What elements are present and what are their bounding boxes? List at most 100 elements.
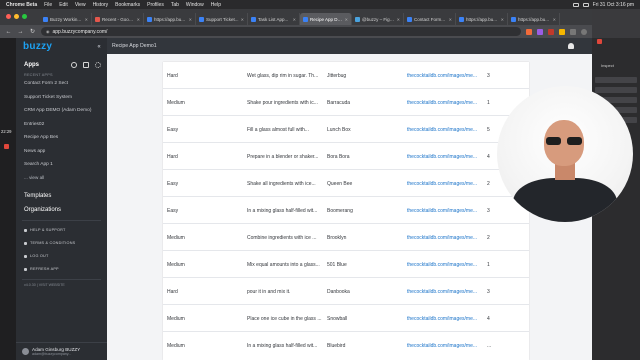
close-tab-icon[interactable]: ✕ bbox=[345, 17, 348, 22]
gear-icon[interactable] bbox=[95, 62, 101, 68]
image-link-cell[interactable]: thecocktaildb.com/images/me... bbox=[407, 235, 481, 241]
close-tab-icon[interactable]: ✕ bbox=[85, 17, 88, 22]
zoom-window-button[interactable] bbox=[22, 14, 27, 19]
apps-title[interactable]: Apps bbox=[24, 62, 39, 68]
recent-app-item[interactable]: CRM App DEMO (Adam Demo) bbox=[16, 104, 107, 118]
menubar-window[interactable]: Window bbox=[186, 2, 204, 8]
table-row[interactable]: Hard Prepare in a blender or shaker... Bor… bbox=[163, 143, 529, 170]
table-row[interactable]: Medium Mix equal amounts into a glass... 5… bbox=[163, 251, 529, 278]
address-bar[interactable]: ◉ app.buzzycompany.com/ bbox=[41, 27, 521, 36]
profile-icon[interactable] bbox=[581, 28, 587, 35]
browser-tab-active[interactable]: Recipe App De... ✕ bbox=[300, 13, 352, 25]
image-link-cell[interactable]: thecocktaildb.com/images/me... bbox=[407, 100, 481, 106]
extensions-puzzle-icon[interactable] bbox=[570, 28, 576, 35]
table-row[interactable]: Medium Place one ice cube in the glass ..… bbox=[163, 305, 529, 332]
extension-icon[interactable] bbox=[537, 28, 543, 35]
menubar-file[interactable]: File bbox=[44, 2, 52, 8]
table-row[interactable]: Easy In a mixing glass half-filled wit...… bbox=[163, 197, 529, 224]
notification-bell-icon[interactable] bbox=[568, 43, 574, 49]
site-info-icon[interactable]: ◉ bbox=[46, 29, 50, 34]
name-cell: Barracuda bbox=[327, 100, 351, 106]
menubar-app-name[interactable]: Chrome Beta bbox=[6, 2, 37, 8]
close-tab-icon[interactable]: ✕ bbox=[449, 17, 452, 22]
image-link-cell[interactable]: thecocktaildb.com/images/me... bbox=[407, 208, 481, 214]
browser-tab[interactable]: https://app.bu... ✕ bbox=[508, 13, 560, 25]
refresh-app-link[interactable]: REFRESH APP bbox=[16, 263, 107, 276]
logout-link[interactable]: LOG OUT bbox=[16, 250, 107, 263]
bookmark-icon[interactable] bbox=[83, 62, 89, 68]
recent-app-item[interactable]: Recipe App Bes bbox=[16, 131, 107, 145]
image-link-cell[interactable]: thecocktaildb.com/images/me... bbox=[407, 262, 481, 268]
avatar bbox=[22, 348, 29, 355]
inspect-label[interactable]: Inspect bbox=[601, 63, 614, 68]
table-row[interactable]: Medium Shake pour ingredients with ic... B… bbox=[163, 89, 529, 116]
collapse-sidebar-icon[interactable]: « bbox=[97, 44, 101, 50]
image-link-cell[interactable]: thecocktaildb.com/images/me... bbox=[407, 343, 481, 349]
extension-icon[interactable] bbox=[526, 28, 532, 35]
buzzy-logo[interactable]: buzzy « bbox=[16, 38, 107, 55]
browser-tab[interactable]: https://app.bu... ✕ bbox=[456, 13, 508, 25]
list-item bbox=[595, 87, 637, 93]
app-sidebar: buzzy « Apps RECENT APPS Contact Form 2 … bbox=[16, 38, 107, 360]
close-tab-icon[interactable]: ✕ bbox=[397, 17, 400, 22]
menubar-clock[interactable]: Fri 31 Oct 3:16 pm bbox=[593, 2, 634, 8]
browser-tab[interactable]: Support Ticket... ✕ bbox=[196, 13, 248, 25]
close-tab-icon[interactable]: ✕ bbox=[553, 17, 556, 22]
help-support-link[interactable]: HELP & SUPPORT bbox=[16, 224, 107, 237]
image-link-cell[interactable]: thecocktaildb.com/images/me... bbox=[407, 181, 481, 187]
menubar-tab[interactable]: Tab bbox=[171, 2, 179, 8]
close-window-button[interactable] bbox=[6, 14, 11, 19]
back-arrow-icon[interactable]: ← bbox=[5, 29, 12, 35]
table-row[interactable]: Hard pour it in and mix it. Danbooka thecoc… bbox=[163, 278, 529, 305]
minimize-window-button[interactable] bbox=[14, 14, 19, 19]
menubar-view[interactable]: View bbox=[75, 2, 86, 8]
user-profile[interactable]: Adam Ginsburg BUZZY adam@buzzycompany... bbox=[16, 342, 107, 360]
recent-app-item[interactable]: Contact Form 2 Sect bbox=[16, 77, 107, 91]
image-link-cell[interactable]: thecocktaildb.com/images/me... bbox=[407, 316, 481, 322]
browser-tab[interactable]: https://app.bu... ✕ bbox=[144, 13, 196, 25]
close-tab-icon[interactable]: ✕ bbox=[293, 17, 296, 22]
help-icon bbox=[24, 228, 27, 232]
view-all-link[interactable]: ... view all bbox=[16, 172, 107, 184]
table-row[interactable]: Medium Combine ingredients with ice ... Br… bbox=[163, 224, 529, 251]
browser-tab[interactable]: Task List App... ✕ bbox=[248, 13, 300, 25]
table-row[interactable]: Easy Shake all ingredients with ice... Que… bbox=[163, 170, 529, 197]
browser-tab[interactable]: @buzzy – Figm... ✕ bbox=[352, 13, 404, 25]
forward-arrow-icon[interactable]: → bbox=[17, 29, 24, 35]
name-cell: Bora Bora bbox=[327, 154, 350, 160]
table-row[interactable]: Hard Wet glass, dip rim in sugar. Th... Ji… bbox=[163, 62, 529, 89]
image-link-cell[interactable]: thecocktaildb.com/images/me... bbox=[407, 127, 481, 133]
menubar-history[interactable]: History bbox=[93, 2, 109, 8]
templates-link[interactable]: Templates bbox=[16, 189, 107, 203]
close-tab-icon[interactable]: ✕ bbox=[137, 17, 140, 22]
recent-app-item[interactable]: Support Ticket System bbox=[16, 91, 107, 105]
image-link-cell[interactable]: thecocktaildb.com/images/me... bbox=[407, 289, 481, 295]
menubar-profiles[interactable]: Profiles bbox=[147, 2, 164, 8]
menubar-bookmarks[interactable]: Bookmarks bbox=[115, 2, 140, 8]
add-app-icon[interactable] bbox=[71, 62, 77, 68]
terms-link[interactable]: TERMS & CONDITIONS bbox=[16, 237, 107, 250]
table-row[interactable]: Medium In a mixing glass half-filled wit.… bbox=[163, 332, 529, 359]
browser-tab[interactable]: Recent - Goog... ✕ bbox=[92, 13, 144, 25]
extension-icon[interactable] bbox=[548, 28, 554, 35]
recent-app-item[interactable]: Search App 1 bbox=[16, 158, 107, 172]
table-row[interactable]: Easy Fill a glass almost full with... Lunc… bbox=[163, 116, 529, 143]
reload-icon[interactable]: ↻ bbox=[29, 28, 36, 35]
image-link-cell[interactable]: thecocktaildb.com/images/me... bbox=[407, 73, 481, 79]
recent-app-item[interactable]: Entries02 bbox=[16, 118, 107, 132]
close-tab-icon[interactable]: ✕ bbox=[241, 17, 244, 22]
battery-icon[interactable] bbox=[572, 2, 579, 7]
organizations-link[interactable]: Organizations bbox=[16, 203, 107, 217]
browser-tab[interactable]: Contact Form... ✕ bbox=[404, 13, 456, 25]
close-tab-icon[interactable]: ✕ bbox=[501, 17, 504, 22]
count-cell: 4 bbox=[487, 316, 490, 322]
menubar-edit[interactable]: Edit bbox=[59, 2, 68, 8]
wifi-icon[interactable] bbox=[582, 2, 589, 7]
version-info[interactable]: v4.0.30 | VISIT WEBSITE bbox=[16, 283, 107, 287]
image-link-cell[interactable]: thecocktaildb.com/images/me... bbox=[407, 154, 481, 160]
browser-tab[interactable]: Buzzy Workin... ✕ bbox=[40, 13, 92, 25]
recent-app-item[interactable]: News app bbox=[16, 145, 107, 159]
menubar-help[interactable]: Help bbox=[211, 2, 221, 8]
extension-icon[interactable] bbox=[559, 28, 565, 35]
close-tab-icon[interactable]: ✕ bbox=[189, 17, 192, 22]
